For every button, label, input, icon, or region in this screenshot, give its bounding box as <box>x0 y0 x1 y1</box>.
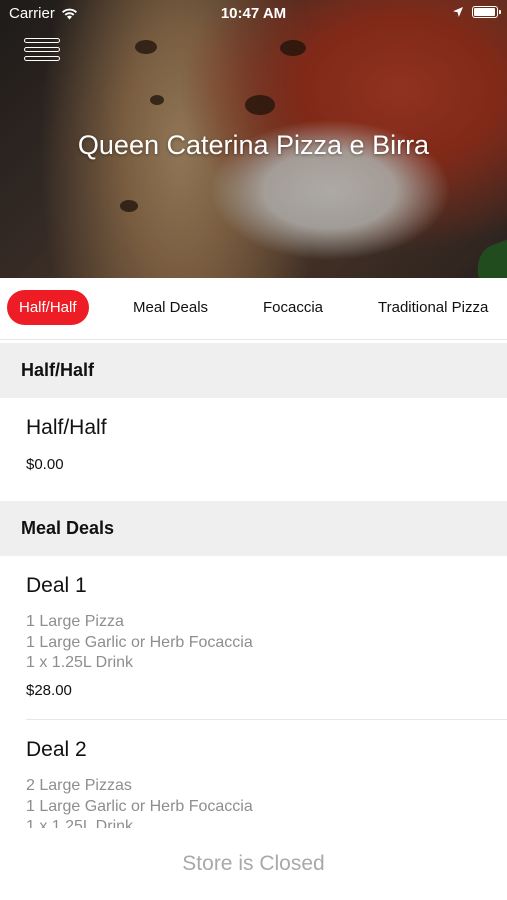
item-description-line: 1 Large Garlic or Herb Focaccia <box>26 633 253 651</box>
menu-item-half-half[interactable]: Half/Half $0.00 <box>0 398 507 501</box>
section-header-meal-deals: Meal Deals <box>0 501 507 556</box>
category-tabs: Half/Half Meal Deals Focaccia Traditiona… <box>0 278 507 340</box>
item-description-line: 2 Large Pizzas <box>26 777 132 794</box>
tab-focaccia[interactable]: Focaccia <box>251 290 335 325</box>
store-closed-label: Store is Closed <box>182 852 325 875</box>
status-bar: Carrier 10:47 AM <box>0 0 507 28</box>
hero-banner: Carrier 10:47 AM Queen Caterina Pizza e … <box>0 0 507 278</box>
item-description-line: 1 x 1.25L Drink <box>26 654 134 671</box>
battery-icon <box>472 6 501 18</box>
menu-list[interactable]: Half/Half Half/Half $0.00 Meal Deals Dea… <box>0 343 507 828</box>
item-description-line: 1 Large Garlic or Herb Focaccia <box>26 797 253 815</box>
item-description: 2 Large Pizzas 1 Large Garlic or Herb Fo… <box>26 776 481 828</box>
status-right <box>452 6 501 18</box>
item-name: Half/Half <box>26 416 107 439</box>
item-description: 1 Large Pizza 1 Large Garlic or Herb Foc… <box>26 612 481 674</box>
item-description-line: 1 x 1.25L Drink <box>26 818 134 828</box>
battery-fill <box>474 8 495 16</box>
tab-half-half[interactable]: Half/Half <box>7 290 89 325</box>
section-header-half-half: Half/Half <box>0 343 507 398</box>
menu-item-deal-1[interactable]: Deal 1 1 Large Pizza 1 Large Garlic or H… <box>0 556 507 719</box>
tab-meal-deals[interactable]: Meal Deals <box>121 290 220 325</box>
hamburger-menu-icon[interactable] <box>24 38 60 68</box>
item-price: $28.00 <box>26 681 72 699</box>
location-arrow-icon <box>453 7 463 17</box>
status-time: 10:47 AM <box>220 5 287 22</box>
item-price: $0.00 <box>26 456 64 473</box>
menu-item-deal-2[interactable]: Deal 2 2 Large Pizzas 1 Large Garlic or … <box>0 720 507 828</box>
item-description-line: 1 Large Pizza <box>26 613 124 630</box>
tab-traditional-pizza[interactable]: Traditional Pizza <box>366 290 500 325</box>
item-name: Deal 1 <box>26 574 87 597</box>
item-name: Deal 2 <box>26 738 87 761</box>
restaurant-title: Queen Caterina Pizza e Birra <box>77 130 430 160</box>
store-status-bar: Store is Closed <box>0 828 507 900</box>
